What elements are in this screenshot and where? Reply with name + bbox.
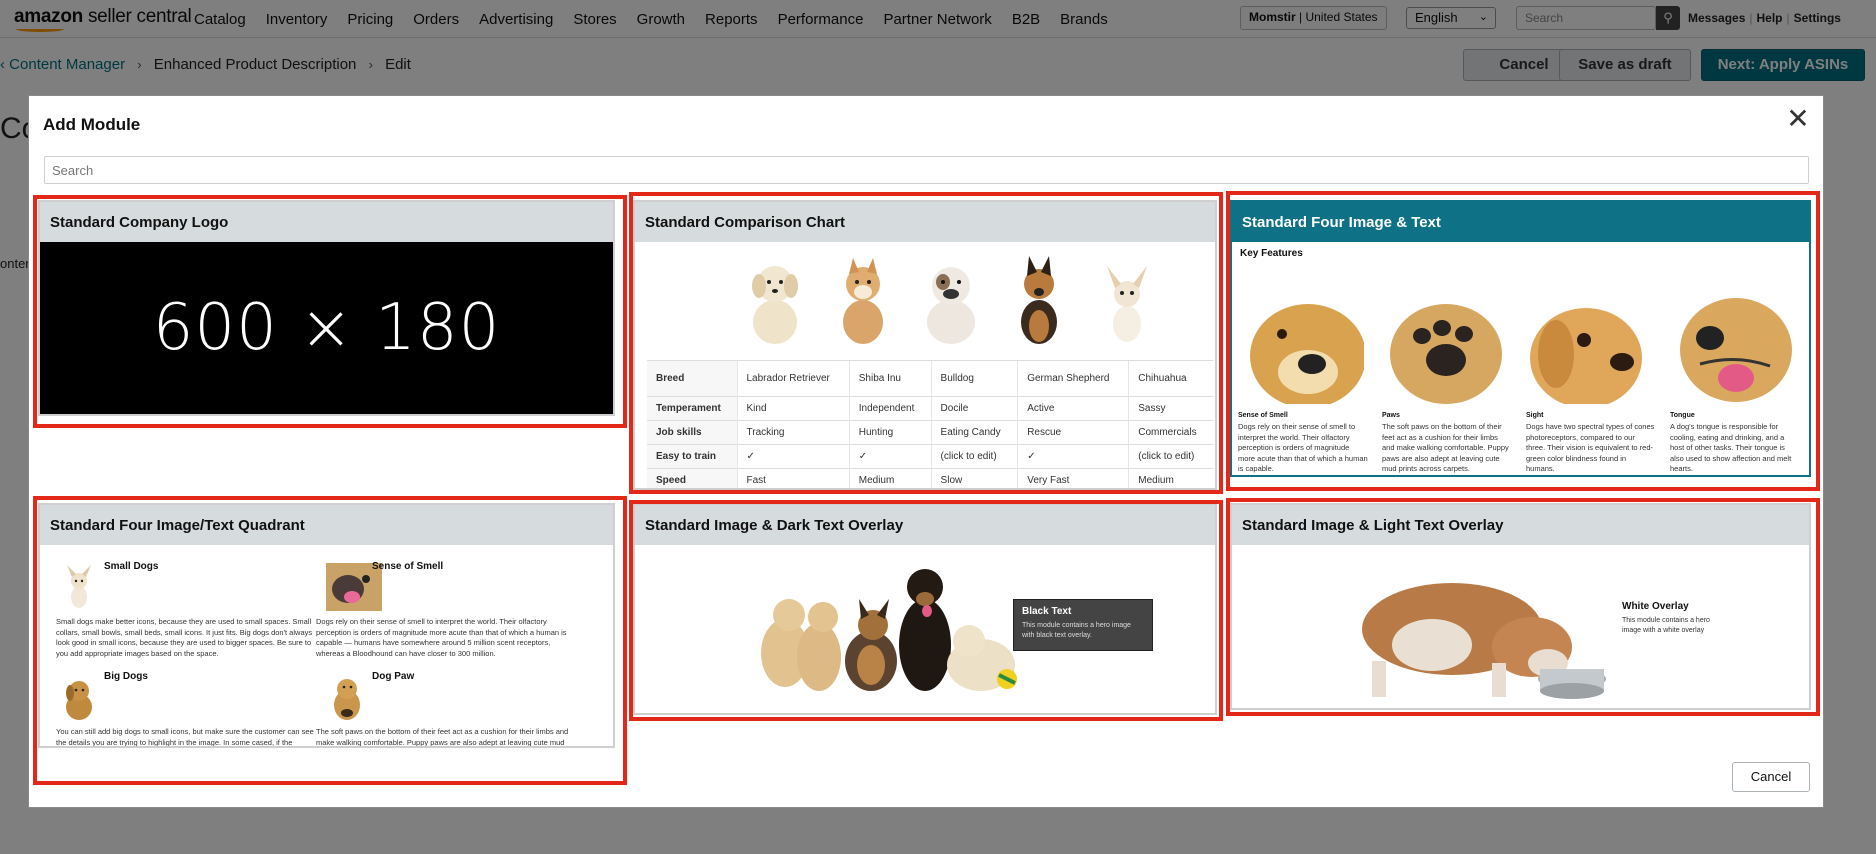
- module-card-four-image-text[interactable]: Standard Four Image & Text Key Features …: [1230, 200, 1811, 477]
- module-title: Standard Comparison Chart: [635, 202, 1215, 242]
- table-row: Temperament Kind Independent Docile Acti…: [647, 396, 1213, 421]
- add-module-dialog: Add Module ✕ Standard Company Logo 600 ×…: [28, 95, 1824, 808]
- module-card-company-logo[interactable]: Standard Company Logo 600 × 180: [38, 200, 615, 416]
- table-row: Easy to train ✓ ✓ (click to edit) ✓ (cli…: [647, 444, 1213, 469]
- chihuahua-image: [1107, 266, 1147, 342]
- module-card-light-text-overlay[interactable]: Standard Image & Light Text Overlay Whit…: [1230, 503, 1811, 710]
- module-search-input[interactable]: [44, 156, 1809, 184]
- big-dog-image: [66, 681, 92, 720]
- module-card-dark-text-overlay[interactable]: Standard Image & Dark Text Overlay Black…: [633, 503, 1217, 715]
- light-text-overlay-box: White Overlay This module contains a her…: [1614, 595, 1734, 645]
- feature-item: Tongue A dog's tongue is responsible for…: [1670, 294, 1800, 475]
- table-row: Speed Fast Medium Slow Very Fast Medium: [647, 468, 1213, 488]
- bulldog-bowl-hero-image: [1362, 583, 1606, 699]
- module-title: Standard Four Image & Text: [1232, 202, 1809, 242]
- tongue-image: [1670, 294, 1796, 404]
- bulldog-image: [927, 267, 975, 344]
- sense-of-smell-image: [1238, 294, 1364, 404]
- labrador-image: [752, 266, 798, 344]
- key-features-heading: Key Features: [1240, 248, 1303, 259]
- module-card-four-image-quadrant[interactable]: Standard Four Image/Text Quadrant Small …: [38, 503, 615, 748]
- feature-item: Sense of Smell Dogs rely on their sense …: [1238, 294, 1368, 475]
- dialog-cancel-button[interactable]: Cancel: [1732, 762, 1810, 792]
- shiba-inu-image: [843, 258, 883, 344]
- close-icon[interactable]: ✕: [1785, 105, 1811, 133]
- logo-placeholder-image: 600 × 180: [40, 242, 613, 414]
- comparison-dog-images: [735, 252, 1215, 352]
- table-row: Job skills Tracking Hunting Eating Candy…: [647, 420, 1213, 445]
- dark-text-overlay-box: Black Text This module contains a hero i…: [1013, 599, 1153, 651]
- dialog-title: Add Module: [43, 115, 141, 134]
- dog-paw-image: [334, 679, 360, 720]
- table-row: Breed Labrador Retriever Shiba Inu Bulld…: [647, 360, 1213, 397]
- comparison-table: Breed Labrador Retriever Shiba Inu Bulld…: [647, 360, 1213, 488]
- sight-image: [1526, 294, 1652, 404]
- module-title: Standard Four Image/Text Quadrant: [40, 505, 613, 545]
- module-title: Standard Image & Light Text Overlay: [1232, 505, 1809, 545]
- feature-item: Paws The soft paws on the bottom of thei…: [1382, 294, 1512, 475]
- module-card-comparison-chart[interactable]: Standard Comparison Chart Breed Labrador…: [633, 200, 1217, 490]
- module-title: Standard Image & Dark Text Overlay: [635, 505, 1215, 545]
- german-shepherd-image: [1021, 256, 1057, 344]
- feature-item: Sight Dogs have two spectral types of co…: [1526, 294, 1656, 475]
- small-dog-image: [67, 565, 91, 608]
- module-title: Standard Company Logo: [40, 202, 613, 242]
- paws-image: [1382, 294, 1508, 404]
